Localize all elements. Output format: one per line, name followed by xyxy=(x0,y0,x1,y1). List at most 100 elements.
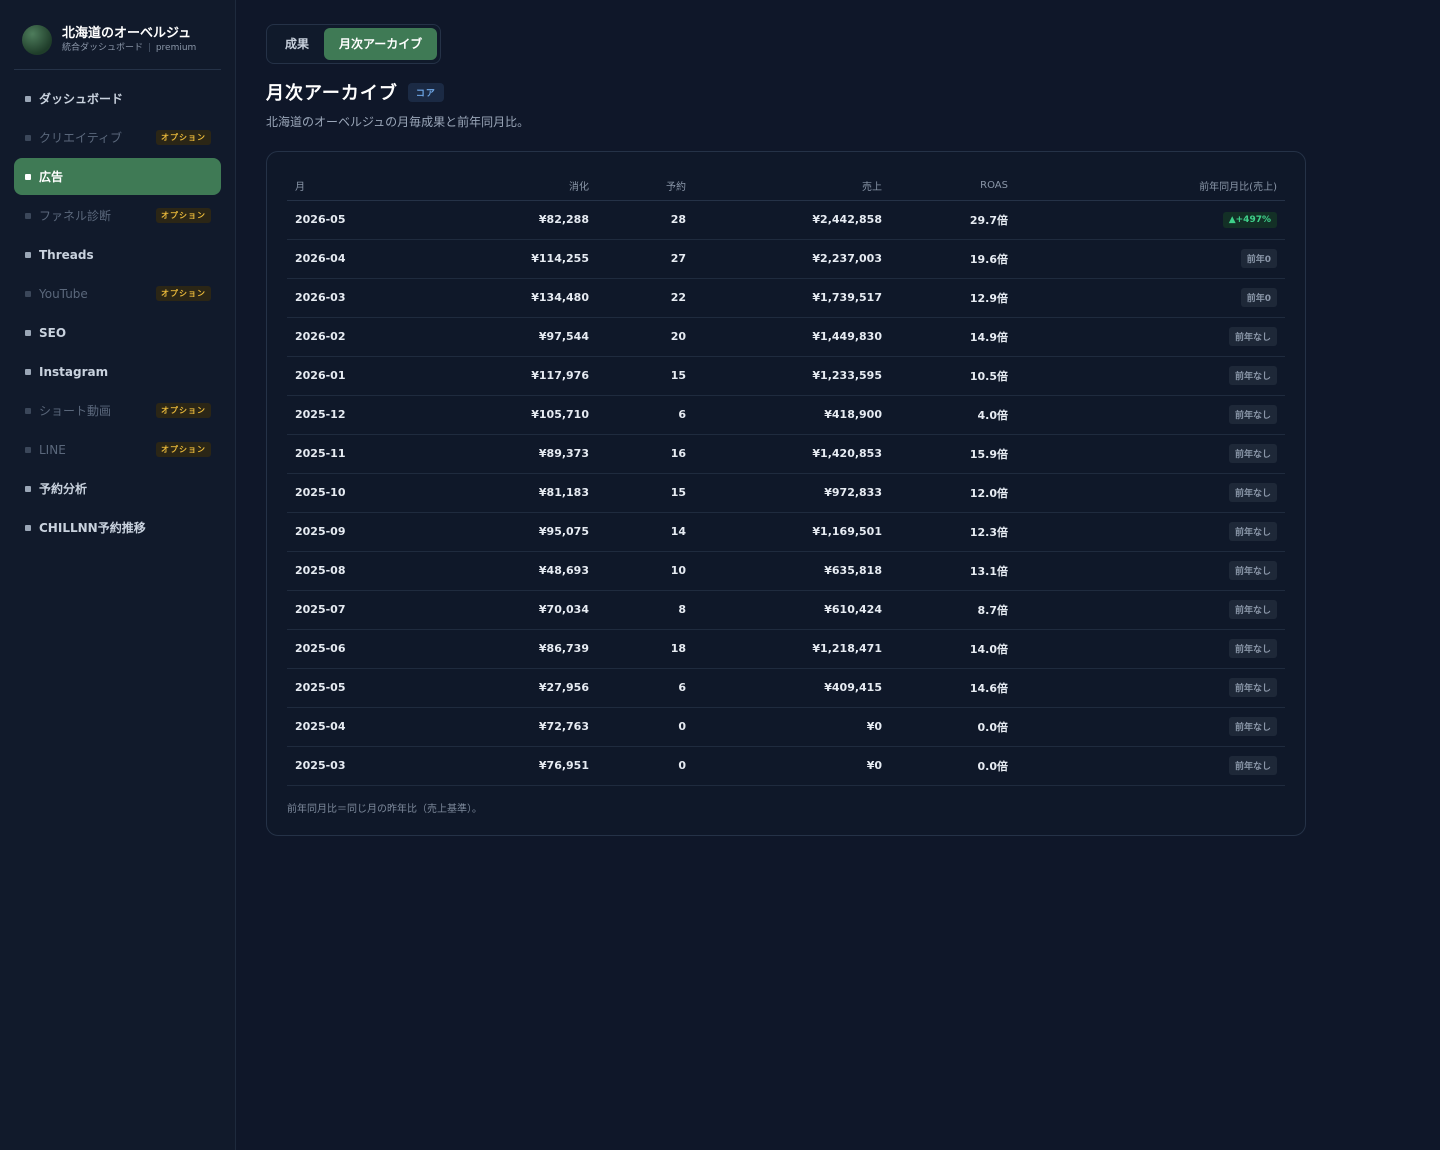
table-body: 2026-05 ¥82,288 28 ¥2,442,858 29.7倍 ▲+497% 202… xyxy=(287,200,1285,786)
yoy-badge: 前年0 xyxy=(1240,249,1277,268)
cell-bookings: 6 xyxy=(597,668,694,708)
table-row: 2025-08 ¥48,693 10 ¥635,818 13.1倍 前年なし xyxy=(287,551,1285,591)
sidebar-item[interactable]: ショート動画 オプション xyxy=(14,392,221,429)
bullet-icon xyxy=(25,95,31,102)
cell-month: 2025-12 xyxy=(287,395,437,435)
bullet-icon xyxy=(25,446,31,453)
table-row: 2025-03 ¥76,951 0 ¥0 0.0倍 前年なし xyxy=(287,746,1285,786)
yoy-badge: 前年なし xyxy=(1228,444,1277,463)
sidebar-item-label: ショート動画 xyxy=(39,404,112,418)
cell-sales: ¥2,237,003 xyxy=(694,239,890,279)
cell-spend: ¥70,034 xyxy=(437,590,597,630)
option-badge: オプション xyxy=(156,286,211,301)
cell-bookings: 8 xyxy=(597,590,694,630)
cell-sales: ¥1,420,853 xyxy=(694,434,890,474)
yoy-badge: ▲+497% xyxy=(1222,211,1277,228)
sidebar-item[interactable]: クリエイティブ オプション xyxy=(14,119,221,156)
column-header[interactable]: 月 xyxy=(287,172,437,201)
column-header[interactable]: 売上 xyxy=(694,172,890,201)
cell-sales: ¥1,233,595 xyxy=(694,356,890,396)
sidebar-item[interactable]: Instagram xyxy=(14,353,221,390)
sidebar: 北海道のオーベルジュ 統合ダッシュボード | premium ダッシュボードクリ… xyxy=(0,0,236,1150)
cell-yoy: 前年なし xyxy=(1016,512,1285,552)
cell-roas: 12.9倍 xyxy=(890,278,1016,318)
cell-spend: ¥81,183 xyxy=(437,473,597,513)
sidebar-item[interactable]: 広告 xyxy=(14,158,221,195)
brand-subtitle-text: 統合ダッシュボード xyxy=(62,43,144,53)
cell-roas: 14.6倍 xyxy=(890,668,1016,708)
column-header[interactable]: 予約 xyxy=(597,172,694,201)
cell-spend: ¥48,693 xyxy=(437,551,597,591)
cell-spend: ¥105,710 xyxy=(437,395,597,435)
table-row: 2025-05 ¥27,956 6 ¥409,415 14.6倍 前年なし xyxy=(287,668,1285,708)
cell-roas: 10.5倍 xyxy=(890,356,1016,396)
archive-card: 月消化 予約 売上 ROAS 前年同月比(売上) 2026-05 ¥82,288 28 ¥2,… xyxy=(266,151,1306,836)
tab-results[interactable]: 成果 xyxy=(270,28,324,60)
yoy-badge: 前年なし xyxy=(1228,717,1277,736)
option-badge: オプション xyxy=(156,442,211,457)
sidebar-item-label: Threads xyxy=(39,247,94,262)
table-header-row: 月消化 予約 売上 ROAS 前年同月比(売上) xyxy=(287,172,1285,201)
cell-spend: ¥117,976 xyxy=(437,356,597,396)
brand-subtitle: 統合ダッシュボード | premium xyxy=(62,42,196,54)
cell-month: 2025-10 xyxy=(287,473,437,513)
cell-month: 2026-02 xyxy=(287,317,437,357)
brand[interactable]: 北海道のオーベルジュ 統合ダッシュボード | premium xyxy=(14,22,221,70)
bullet-icon xyxy=(25,407,31,414)
cell-bookings: 0 xyxy=(597,746,694,786)
column-header[interactable]: 前年同月比(売上) xyxy=(1016,172,1285,201)
sidebar-item-label: ダッシュボード xyxy=(39,92,124,106)
sidebar-item-label: Instagram xyxy=(39,364,109,379)
table-row: 2026-01 ¥117,976 15 ¥1,233,595 10.5倍 前年なし xyxy=(287,356,1285,396)
cell-yoy: 前年なし xyxy=(1016,551,1285,591)
sidebar-item[interactable]: YouTube オプション xyxy=(14,275,221,312)
sidebar-item[interactable]: LINE オプション xyxy=(14,431,221,468)
cell-roas: 19.6倍 xyxy=(890,239,1016,279)
cell-yoy: 前年なし xyxy=(1016,668,1285,708)
cell-spend: ¥76,951 xyxy=(437,746,597,786)
title-row: 月次アーカイブ コア xyxy=(266,79,1410,105)
table-row: 2025-06 ¥86,739 18 ¥1,218,471 14.0倍 前年なし xyxy=(287,629,1285,669)
cell-roas: 14.0倍 xyxy=(890,629,1016,669)
cell-month: 2026-03 xyxy=(287,278,437,318)
bullet-icon xyxy=(25,485,31,492)
cell-roas: 15.9倍 xyxy=(890,434,1016,474)
yoy-badge: 前年なし xyxy=(1228,678,1277,697)
table-row: 2025-11 ¥89,373 16 ¥1,420,853 15.9倍 前年なし xyxy=(287,434,1285,474)
column-header[interactable]: 消化 xyxy=(437,172,597,201)
table-footnote: 前年同月比＝同じ月の昨年比（売上基準）。 xyxy=(287,803,482,815)
cell-roas: 14.9倍 xyxy=(890,317,1016,357)
option-badge: オプション xyxy=(156,403,211,418)
cell-bookings: 22 xyxy=(597,278,694,318)
page-title: 月次アーカイブ xyxy=(266,83,398,104)
cell-sales: ¥409,415 xyxy=(694,668,890,708)
brand-text: 北海道のオーベルジュ 統合ダッシュボード | premium xyxy=(62,26,196,54)
sidebar-item[interactable]: Threads xyxy=(14,236,221,273)
table-row: 2026-02 ¥97,544 20 ¥1,449,830 14.9倍 前年なし xyxy=(287,317,1285,357)
cell-sales: ¥418,900 xyxy=(694,395,890,435)
yoy-badge: 前年なし xyxy=(1228,366,1277,385)
table-row: 2026-05 ¥82,288 28 ¥2,442,858 29.7倍 ▲+497% xyxy=(287,200,1285,240)
archive-table: 月消化 予約 売上 ROAS 前年同月比(売上) 2026-05 ¥82,288 28 ¥2,… xyxy=(287,172,1285,786)
table-row: 2025-12 ¥105,710 6 ¥418,900 4.0倍 前年なし xyxy=(287,395,1285,435)
sidebar-item[interactable]: ダッシュボード xyxy=(14,80,221,117)
cell-roas: 12.0倍 xyxy=(890,473,1016,513)
bullet-icon xyxy=(25,290,31,297)
cell-sales: ¥972,833 xyxy=(694,473,890,513)
sidebar-item-label: 予約分析 xyxy=(39,482,88,496)
cell-spend: ¥89,373 xyxy=(437,434,597,474)
sidebar-item[interactable]: 予約分析 xyxy=(14,470,221,507)
sidebar-item[interactable]: ファネル診断 オプション xyxy=(14,197,221,234)
bullet-icon xyxy=(25,524,31,531)
sidebar-item-label: LINE xyxy=(39,442,66,457)
sidebar-item[interactable]: SEO xyxy=(14,314,221,351)
cell-sales: ¥1,739,517 xyxy=(694,278,890,318)
cell-yoy: 前年なし xyxy=(1016,590,1285,630)
cell-bookings: 0 xyxy=(597,707,694,747)
sidebar-item[interactable]: CHILLNN予約推移 xyxy=(14,509,221,546)
cell-spend: ¥95,075 xyxy=(437,512,597,552)
cell-roas: 0.0倍 xyxy=(890,746,1016,786)
column-header[interactable]: ROAS xyxy=(890,172,1016,201)
tab-monthly-archive[interactable]: 月次アーカイブ xyxy=(324,28,438,60)
cell-month: 2025-08 xyxy=(287,551,437,591)
